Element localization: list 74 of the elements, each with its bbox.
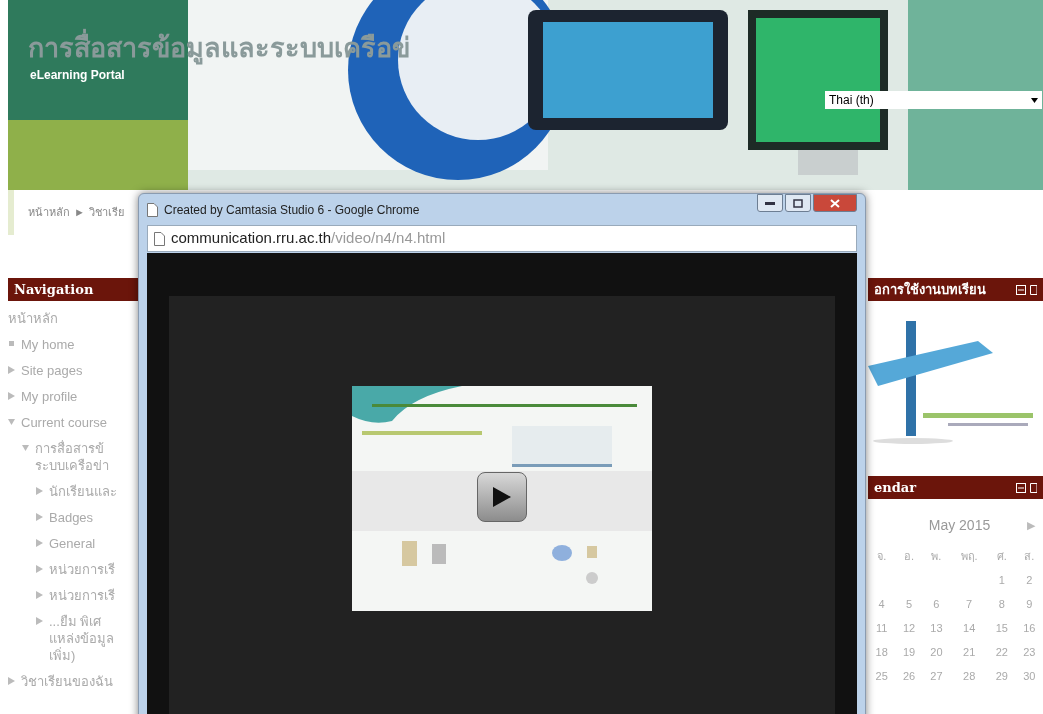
nav-item[interactable]: My profile: [21, 388, 78, 405]
language-select[interactable]: Thai (th): [825, 91, 1042, 109]
nav-item[interactable]: หน่วยการเรี: [49, 561, 115, 578]
weekday-label: จ.: [876, 548, 888, 564]
site-subtitle: eLearning Portal: [30, 67, 125, 84]
nav-item[interactable]: นักเรียนและ: [49, 483, 117, 500]
page-icon: [147, 202, 158, 217]
calendar-day[interactable]: 13: [922, 616, 951, 640]
block-header: Navigation: [8, 278, 140, 301]
breadcrumb-link[interactable]: หน้าหลัก: [28, 204, 70, 221]
calendar-day[interactable]: 26: [895, 664, 923, 688]
block-title: อการใช้งานบทเรียน: [874, 280, 986, 299]
nav-item[interactable]: General: [49, 535, 96, 552]
calendar-day[interactable]: 8: [988, 592, 1016, 616]
calendar-day[interactable]: 4: [868, 592, 896, 616]
calendar-day[interactable]: 5: [895, 592, 923, 616]
next-month-link[interactable]: ▶: [1027, 517, 1043, 534]
caret-icon: [1031, 97, 1038, 103]
calendar-day[interactable]: 7: [950, 592, 989, 616]
weekday-label: ส.: [1023, 548, 1036, 564]
nav-item[interactable]: หน่วยการเรี: [49, 587, 115, 604]
calendar-day[interactable]: 25: [868, 664, 896, 688]
minimize-icon: [765, 201, 775, 205]
play-icon: [493, 487, 511, 507]
weekday-label: พฤ.: [959, 548, 979, 564]
breadcrumb-separator: ►: [74, 205, 85, 221]
nav-item[interactable]: Current course: [21, 414, 107, 431]
nav-item[interactable]: Site pages: [21, 362, 83, 379]
calendar-day[interactable]: 23: [1015, 640, 1043, 664]
nav-item[interactable]: การสื่อสารข้ ระบบเครือข่า: [35, 440, 109, 474]
calendar-day[interactable]: 29: [988, 664, 1016, 688]
calendar-day[interactable]: 18: [868, 640, 896, 664]
calendar-day[interactable]: 12: [895, 616, 923, 640]
calendar-month: May 2015: [927, 516, 991, 535]
nav-item[interactable]: วิชาเรียนของฉัน: [21, 673, 113, 690]
nav-item[interactable]: ...ยืม พิเศ แหล่งข้อมูล เพิ่ม): [49, 613, 114, 664]
calendar-day[interactable]: 30: [1015, 664, 1043, 688]
address-bar[interactable]: communication.rru.ac.th/video/n4/n4.html: [147, 225, 857, 252]
calendar-day[interactable]: 21: [950, 640, 989, 664]
calendar-day[interactable]: 1: [988, 568, 1016, 592]
page-icon: [154, 231, 165, 246]
collapse-icon[interactable]: [1016, 482, 1026, 493]
calendar-day[interactable]: 19: [895, 640, 923, 664]
calendar-day[interactable]: 22: [988, 640, 1016, 664]
calendar-day[interactable]: 16: [1015, 616, 1043, 640]
calendar-day[interactable]: 27: [922, 664, 951, 688]
weekday-label: อ.: [903, 548, 916, 564]
block-title: endar: [874, 478, 917, 497]
weekday-label: ศ.: [995, 548, 1008, 564]
maximize-icon: [793, 198, 803, 208]
close-button[interactable]: [813, 194, 857, 212]
url-text: communication.rru.ac.th/video/n4/n4.html: [171, 228, 446, 249]
weekday-label: พ.: [930, 548, 943, 564]
nav-item[interactable]: Badges: [49, 509, 94, 526]
play-button[interactable]: [477, 472, 527, 522]
calendar-day[interactable]: 14: [950, 616, 989, 640]
maximize-button[interactable]: [785, 194, 811, 212]
close-icon: [830, 198, 840, 208]
window-title: Created by Camtasia Studio 6 - Google Chrome: [164, 201, 420, 219]
dock-icon[interactable]: [1030, 284, 1037, 295]
nav-item[interactable]: My home: [21, 336, 75, 353]
calendar-day[interactable]: 6: [922, 592, 951, 616]
calendar-day[interactable]: 20: [922, 640, 951, 664]
dock-icon[interactable]: [1030, 482, 1037, 493]
nav-heading[interactable]: หน้าหลัก: [8, 310, 58, 327]
minimize-button[interactable]: [757, 194, 783, 212]
collapse-icon[interactable]: [1016, 284, 1026, 295]
calendar-day[interactable]: 15: [988, 616, 1016, 640]
calendar-day[interactable]: 28: [950, 664, 989, 688]
breadcrumb-link[interactable]: วิชาเรีย: [88, 204, 124, 221]
calendar-day[interactable]: 9: [1015, 592, 1043, 616]
calendar-day[interactable]: 2: [1015, 568, 1043, 592]
bullet-icon: [8, 340, 15, 348]
calendar-day[interactable]: 11: [868, 616, 896, 640]
